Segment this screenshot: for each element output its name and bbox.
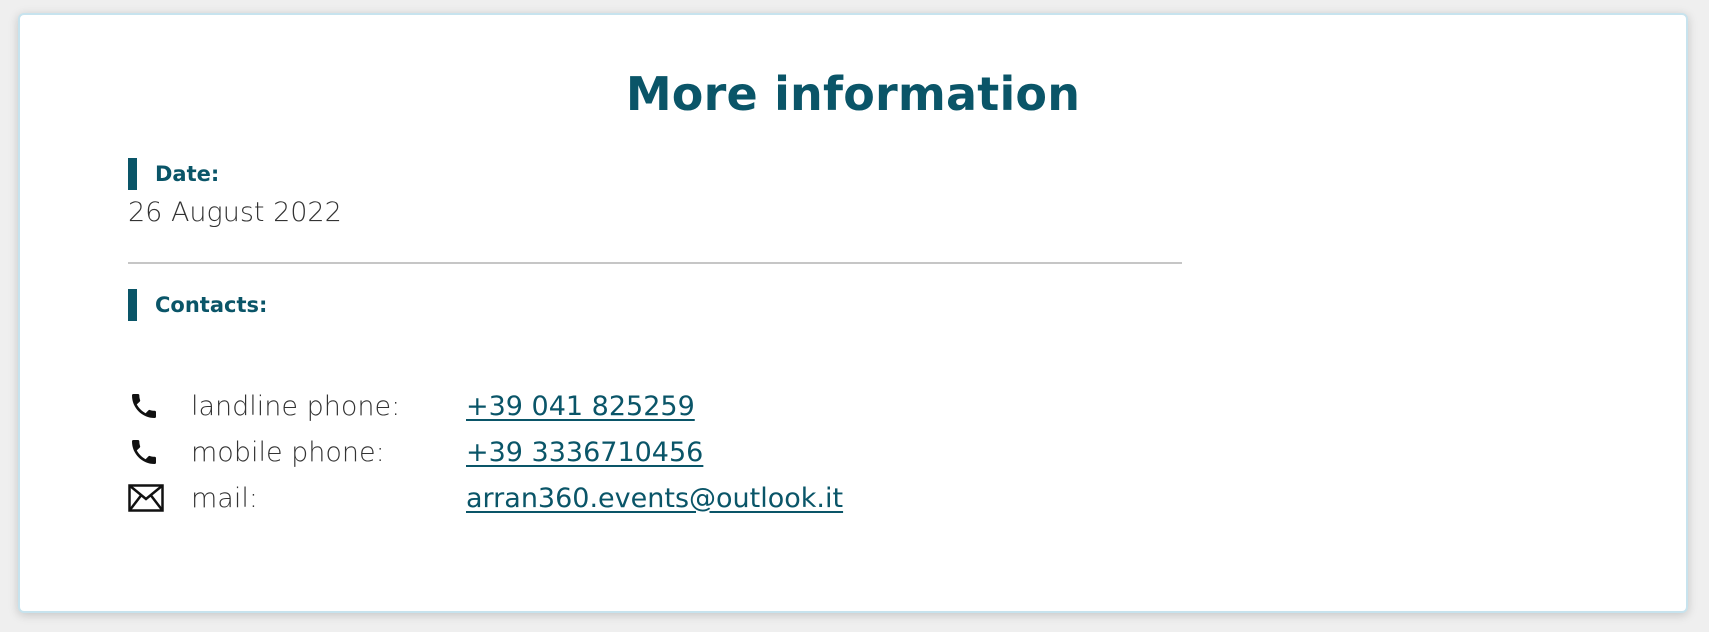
date-section-label: Date: <box>128 158 219 190</box>
date-label-text: Date: <box>155 162 220 186</box>
mobile-phone-label: mobile phone: <box>191 436 385 468</box>
date-value: 26 August 2022 <box>128 197 342 228</box>
more-information-card: More information Date: 26 August 2022 Co… <box>18 13 1688 613</box>
mail-icon <box>128 480 168 516</box>
mail-link[interactable]: arran360.events@outlook.it <box>466 483 843 514</box>
landline-phone-link[interactable]: +39 041 825259 <box>466 391 695 422</box>
phone-icon <box>128 388 168 424</box>
section-accent-bar <box>128 158 137 190</box>
mobile-phone-link[interactable]: +39 3336710456 <box>466 437 703 468</box>
contact-row-landline: landline phone: +39 041 825259 <box>128 385 695 427</box>
contacts-label-text: Contacts: <box>155 293 268 317</box>
contact-row-mail: mail: arran360.events@outlook.it <box>128 477 843 519</box>
section-divider <box>128 262 1182 264</box>
contact-row-mobile: mobile phone: +39 3336710456 <box>128 431 703 473</box>
phone-icon <box>128 434 168 470</box>
contacts-section-label: Contacts: <box>128 289 267 321</box>
landline-phone-label: landline phone: <box>191 390 401 422</box>
mail-label: mail: <box>191 482 258 514</box>
page-title: More information <box>625 67 1081 121</box>
section-accent-bar <box>128 289 137 321</box>
